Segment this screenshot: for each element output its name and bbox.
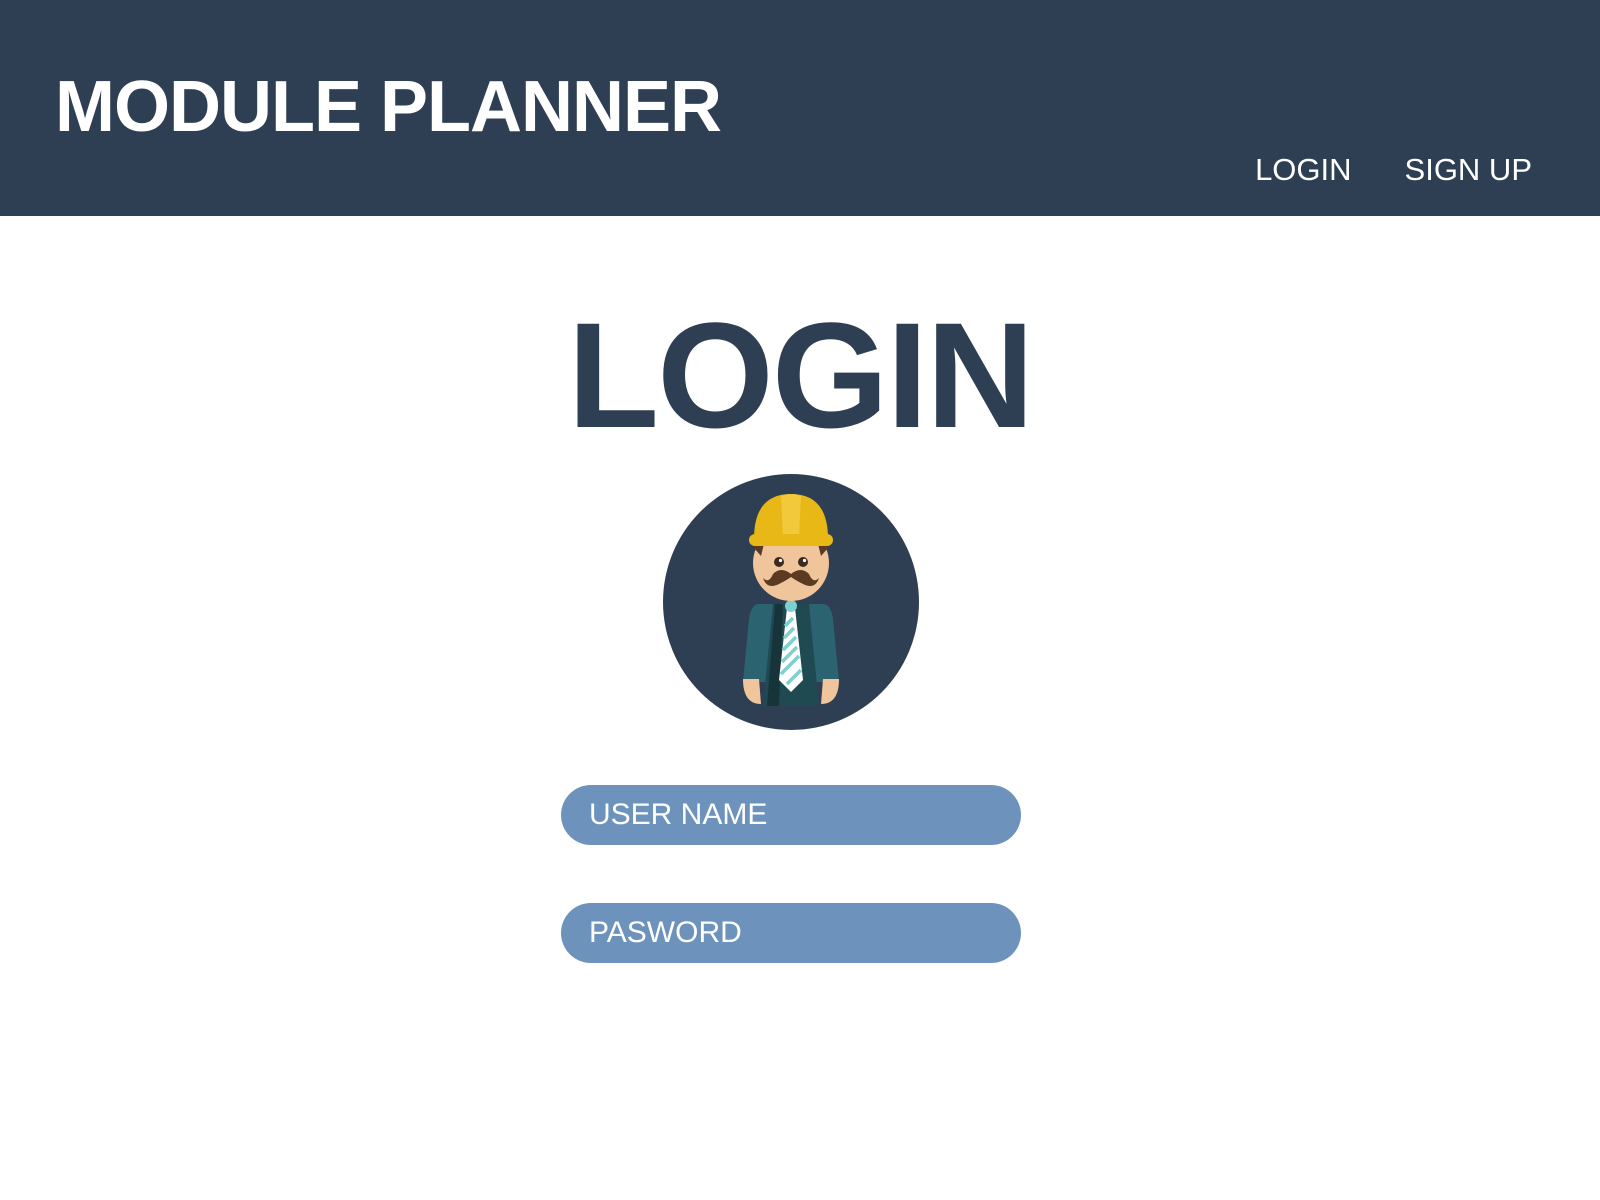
app-title: MODULE PLANNER [55,67,722,147]
nav-signup-link[interactable]: SIGN UP [1405,150,1532,190]
nav-login-link[interactable]: LOGIN [1255,150,1351,190]
username-input[interactable] [561,785,1021,845]
password-input[interactable] [561,903,1021,963]
builder-avatar-icon [663,474,919,730]
login-heading: LOGIN [567,291,1035,459]
top-header: MODULE PLANNER LOGIN SIGN UP [0,0,1600,216]
top-nav: LOGIN SIGN UP [1255,150,1532,190]
